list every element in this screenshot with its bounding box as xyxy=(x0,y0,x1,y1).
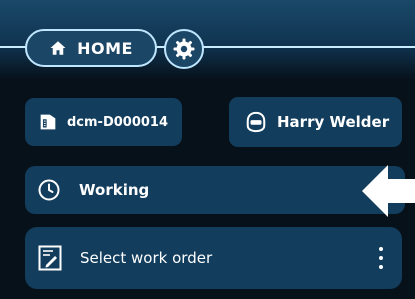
status-label: Working xyxy=(79,181,150,199)
select-work-order-button[interactable]: Select work order xyxy=(25,227,402,289)
user-chip[interactable]: Harry Welder xyxy=(229,97,402,147)
device-icon xyxy=(40,114,56,130)
clock-icon xyxy=(38,179,60,201)
edit-document-icon xyxy=(38,245,62,271)
status-row[interactable]: Working xyxy=(25,166,405,214)
device-chip[interactable]: dcm-D000014 xyxy=(25,98,182,146)
welding-helmet-icon xyxy=(246,111,266,133)
settings-button[interactable] xyxy=(164,29,204,69)
home-label: HOME xyxy=(77,38,133,58)
home-icon xyxy=(50,41,66,55)
more-vertical-icon[interactable] xyxy=(377,247,385,269)
home-button[interactable]: HOME xyxy=(25,29,157,67)
work-order-label: Select work order xyxy=(80,249,213,267)
gear-icon xyxy=(173,38,195,60)
device-id-label: dcm-D000014 xyxy=(67,114,169,130)
user-name-label: Harry Welder xyxy=(277,113,390,131)
arrow-left-icon xyxy=(362,165,415,217)
